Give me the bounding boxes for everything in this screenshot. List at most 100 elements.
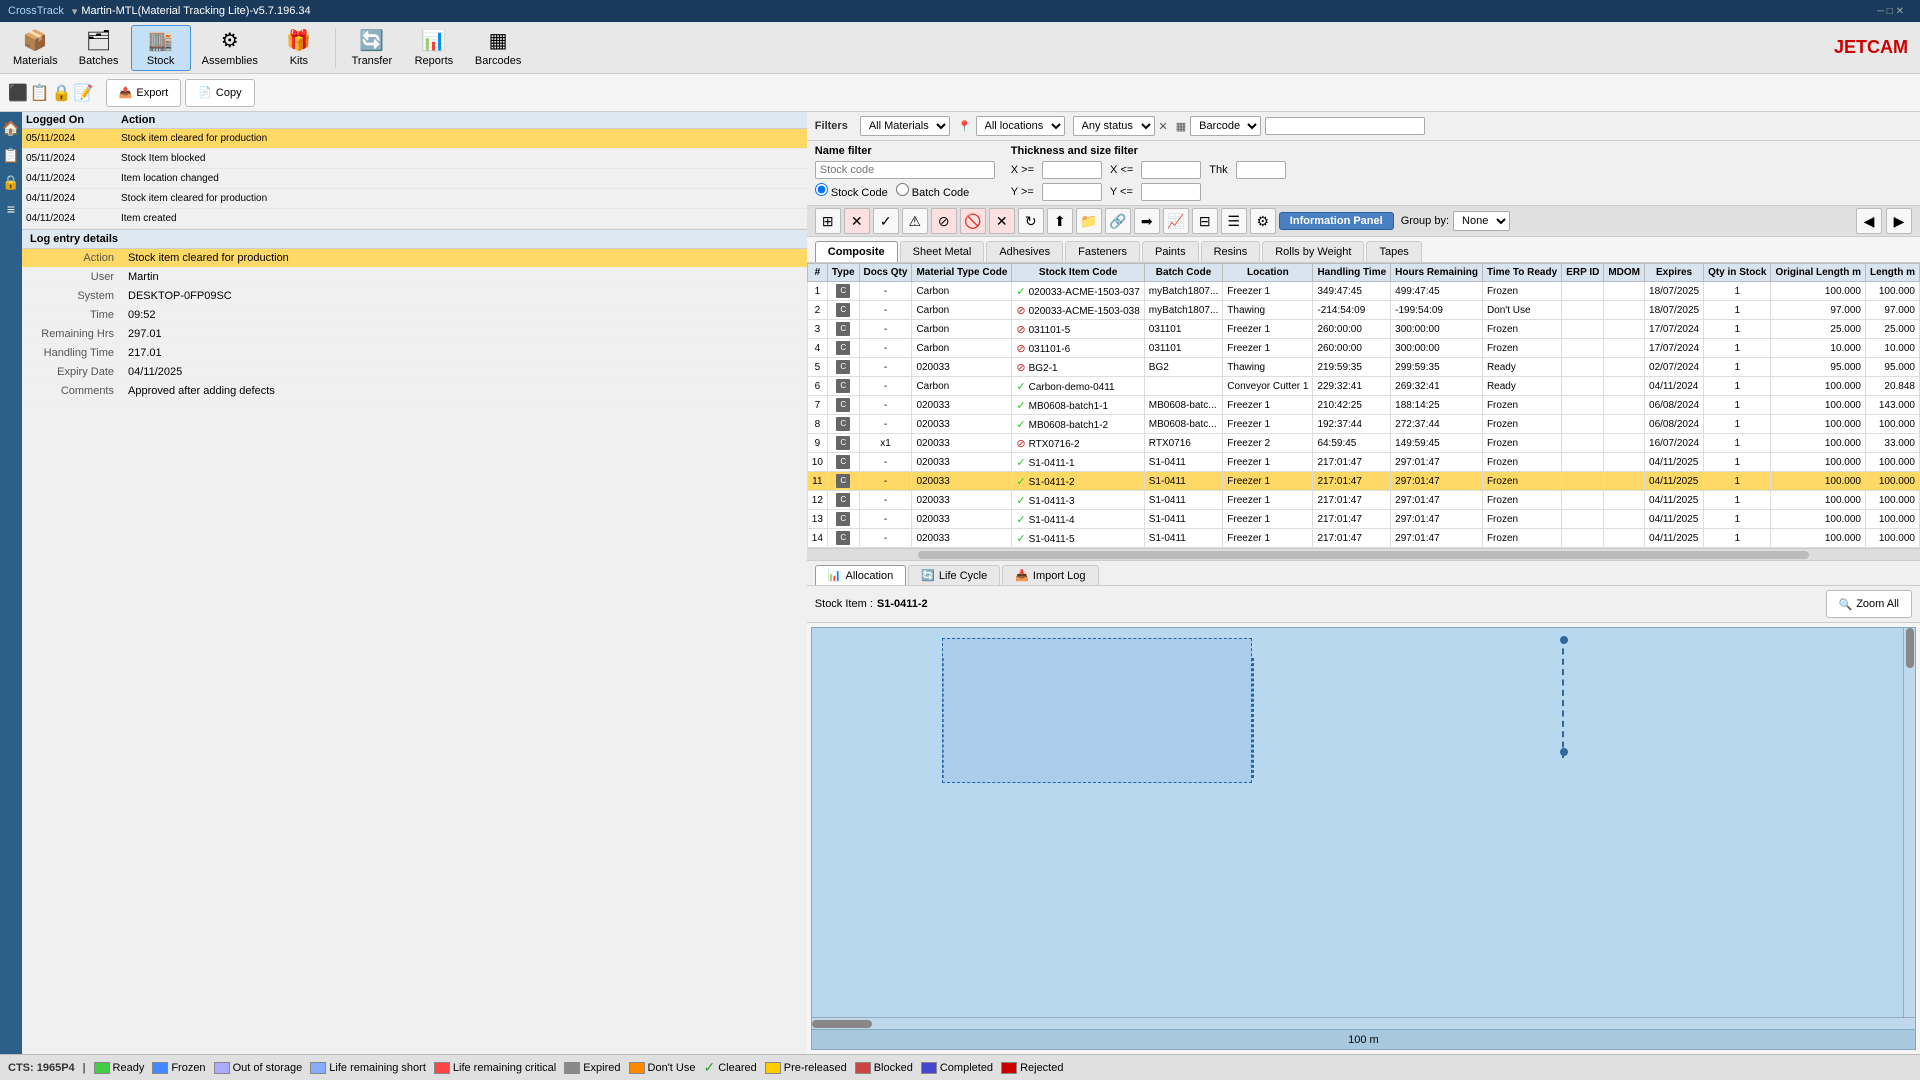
x-lte-input[interactable] bbox=[1141, 161, 1201, 179]
stock-code-radio-label[interactable]: Stock Code bbox=[815, 183, 888, 199]
cell-stockcode: ✓S1-0411-4 bbox=[1012, 510, 1144, 529]
table-row[interactable]: 5 C - 020033 ⊘BG2-1 BG2 Thawing 219:59:3… bbox=[807, 358, 1919, 377]
table-row[interactable]: 7 C - 020033 ✓MB0608-batch1-1 MB0608-bat… bbox=[807, 396, 1919, 415]
material-type-filter: All Materials bbox=[860, 116, 950, 136]
tab-resins[interactable]: Resins bbox=[1201, 241, 1261, 262]
group-by-select[interactable]: None bbox=[1453, 211, 1510, 231]
batches-button[interactable]: 🗂 Batches bbox=[69, 25, 129, 71]
cell-length: 100.000 bbox=[1866, 453, 1920, 472]
stock-code-input[interactable] bbox=[815, 161, 995, 179]
material-tabs: Composite Sheet Metal Adhesives Fastener… bbox=[807, 237, 1920, 263]
stop-btn[interactable]: ⊘ bbox=[931, 208, 957, 234]
batch-code-radio-label[interactable]: Batch Code bbox=[896, 183, 970, 199]
tab-allocation[interactable]: 📊 Allocation bbox=[815, 565, 906, 585]
scroll-left-btn[interactable]: ◀ bbox=[1856, 208, 1882, 234]
nav-icon-2[interactable]: 📋 bbox=[30, 83, 50, 103]
nav-lock-icon[interactable]: 🔒 bbox=[0, 170, 21, 195]
tab-composite[interactable]: Composite bbox=[815, 241, 898, 262]
table-row[interactable]: 13 C - 020033 ✓S1-0411-4 S1-0411 Freezer… bbox=[807, 510, 1919, 529]
tab-paints[interactable]: Paints bbox=[1142, 241, 1199, 262]
materials-button[interactable]: 📦 Materials bbox=[4, 25, 67, 71]
v-scroll[interactable] bbox=[1903, 628, 1915, 1017]
y-gte-input[interactable] bbox=[1042, 183, 1102, 201]
list-btn[interactable]: ☰ bbox=[1221, 208, 1247, 234]
arrow-btn[interactable]: ➡ bbox=[1134, 208, 1160, 234]
table-row[interactable]: 2 C - Carbon ⊘020033-ACME-1503-038 myBat… bbox=[807, 301, 1919, 320]
h-scroll[interactable] bbox=[812, 1017, 1915, 1029]
material-type-select[interactable]: All Materials bbox=[860, 116, 950, 136]
tab-rolls-by-weight[interactable]: Rolls by Weight bbox=[1262, 241, 1364, 262]
tab-sheet-metal[interactable]: Sheet Metal bbox=[900, 241, 985, 262]
tab-fasteners[interactable]: Fasteners bbox=[1065, 241, 1140, 262]
cell-origlen: 100.000 bbox=[1771, 491, 1866, 510]
block-btn[interactable]: 🚫 bbox=[960, 208, 986, 234]
location-select[interactable]: All locations bbox=[976, 116, 1065, 136]
assemblies-button[interactable]: ⚙ Assemblies bbox=[193, 25, 267, 71]
info-panel-btn[interactable]: Information Panel bbox=[1279, 212, 1394, 230]
log-header-date: Logged On bbox=[26, 114, 121, 126]
table-row[interactable]: 3 C - Carbon ⊘031101-5 031101 Freezer 1 … bbox=[807, 320, 1919, 339]
nav-icon-4[interactable]: 📝 bbox=[74, 83, 94, 103]
close-btn[interactable]: ✕ bbox=[844, 208, 870, 234]
table-row[interactable]: 11 C - 020033 ✓S1-0411-2 S1-0411 Freezer… bbox=[807, 472, 1919, 491]
chart-btn[interactable]: 📈 bbox=[1163, 208, 1189, 234]
refresh-btn[interactable]: ↻ bbox=[1018, 208, 1044, 234]
barcode-select[interactable]: Barcode bbox=[1190, 116, 1261, 136]
log-row[interactable]: 04/11/2024 Item created bbox=[22, 209, 807, 229]
stock-code-radio[interactable] bbox=[815, 183, 828, 196]
kits-button[interactable]: 🎁 Kits bbox=[269, 25, 329, 71]
log-row[interactable]: 04/11/2024 Item location changed bbox=[22, 169, 807, 189]
log-row[interactable]: 05/11/2024 Stock item cleared for produc… bbox=[22, 129, 807, 149]
grid-view-btn[interactable]: ⊞ bbox=[815, 208, 841, 234]
barcode-input[interactable] bbox=[1265, 117, 1425, 135]
cell-type: C bbox=[827, 358, 859, 377]
tab-life-cycle[interactable]: 🔄 Life Cycle bbox=[908, 565, 1000, 585]
cell-expires: 16/07/2024 bbox=[1645, 434, 1704, 453]
table-row[interactable]: 1 C - Carbon ✓020033-ACME-1503-037 myBat… bbox=[807, 282, 1919, 301]
thk-input[interactable] bbox=[1236, 161, 1286, 179]
scroll-right-btn[interactable]: ▶ bbox=[1886, 208, 1912, 234]
nav-log-icon[interactable]: 📋 bbox=[0, 143, 21, 168]
transfer-button[interactable]: 🔄 Transfer bbox=[342, 25, 402, 71]
detail-row: Comments Approved after adding defects bbox=[22, 382, 807, 401]
zoom-all-btn[interactable]: 🔍 Zoom All bbox=[1826, 590, 1913, 618]
tab-adhesives[interactable]: Adhesives bbox=[986, 241, 1063, 262]
tab-import-log[interactable]: 📥 Import Log bbox=[1002, 565, 1098, 585]
table-row[interactable]: 10 C - 020033 ✓S1-0411-1 S1-0411 Freezer… bbox=[807, 453, 1919, 472]
log-row[interactable]: 04/11/2024 Stock item cleared for produc… bbox=[22, 189, 807, 209]
cell-origlen: 100.000 bbox=[1771, 529, 1866, 548]
folder-btn[interactable]: 📁 bbox=[1076, 208, 1102, 234]
table-row[interactable]: 14 C - 020033 ✓S1-0411-5 S1-0411 Freezer… bbox=[807, 529, 1919, 548]
nav-icon-1[interactable]: ⬛ bbox=[8, 83, 28, 103]
zoom-icon: 🔍 bbox=[1839, 598, 1853, 611]
batch-code-radio[interactable] bbox=[896, 183, 909, 196]
status-select[interactable]: Any status bbox=[1073, 116, 1155, 136]
stock-button[interactable]: 🏬 Stock bbox=[131, 25, 191, 71]
log-row[interactable]: 05/11/2024 Stock Item blocked bbox=[22, 149, 807, 169]
table-row[interactable]: 6 C - Carbon ✓Carbon-demo-0411 Conveyor … bbox=[807, 377, 1919, 396]
link-btn[interactable]: 🔗 bbox=[1105, 208, 1131, 234]
settings-btn[interactable]: ⚙ bbox=[1250, 208, 1276, 234]
status-clear-icon[interactable]: ✕ bbox=[1159, 120, 1168, 133]
tab-tapes[interactable]: Tapes bbox=[1366, 241, 1421, 262]
table-btn[interactable]: ⊟ bbox=[1192, 208, 1218, 234]
upload-btn[interactable]: ⬆ bbox=[1047, 208, 1073, 234]
nav-home-icon[interactable]: 🏠 bbox=[0, 116, 21, 141]
y-lte-input[interactable] bbox=[1141, 183, 1201, 201]
x-btn[interactable]: ✕ bbox=[989, 208, 1015, 234]
nav-icon-3[interactable]: 🔒 bbox=[52, 83, 72, 103]
table-row[interactable]: 12 C - 020033 ✓S1-0411-3 S1-0411 Freezer… bbox=[807, 491, 1919, 510]
barcodes-button[interactable]: ▦ Barcodes bbox=[466, 25, 530, 71]
cell-num: 9 bbox=[807, 434, 827, 453]
check-btn[interactable]: ✓ bbox=[873, 208, 899, 234]
copy-button[interactable]: 📄 Copy bbox=[185, 79, 254, 107]
x-gte-input[interactable] bbox=[1042, 161, 1102, 179]
h-scrollbar[interactable] bbox=[807, 549, 1920, 561]
table-row[interactable]: 9 C x1 020033 ⊘RTX0716-2 RTX0716 Freezer… bbox=[807, 434, 1919, 453]
table-row[interactable]: 8 C - 020033 ✓MB0608-batch1-2 MB0608-bat… bbox=[807, 415, 1919, 434]
nav-list-icon[interactable]: ≡ bbox=[5, 197, 17, 221]
table-row[interactable]: 4 C - Carbon ⊘031101-6 031101 Freezer 1 … bbox=[807, 339, 1919, 358]
export-button[interactable]: 📤 Export bbox=[106, 79, 182, 107]
warning-btn[interactable]: ⚠ bbox=[902, 208, 928, 234]
reports-button[interactable]: 📊 Reports bbox=[404, 25, 464, 71]
